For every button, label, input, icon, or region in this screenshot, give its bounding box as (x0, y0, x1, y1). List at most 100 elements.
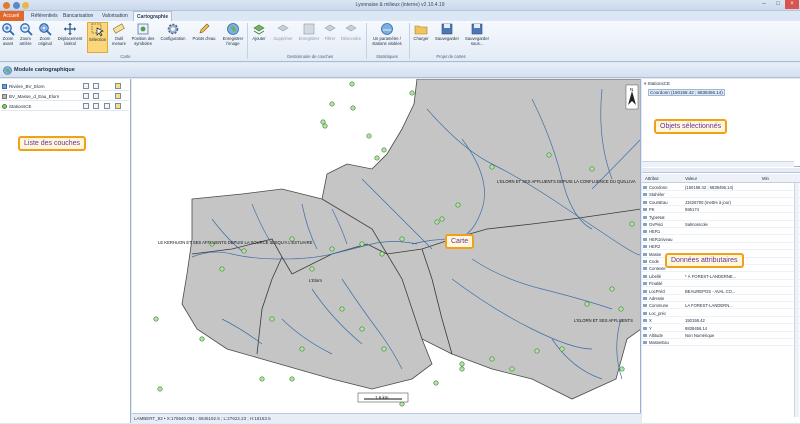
eye-icon[interactable] (83, 83, 89, 89)
header-attribut[interactable]: Attribut (645, 174, 659, 183)
style-icon[interactable] (93, 83, 99, 89)
horizontal-scrollbar[interactable] (642, 161, 794, 167)
tab-cartographie[interactable]: Cartographie (133, 11, 173, 21)
map-label: L'Elorn (309, 278, 323, 283)
station-point (374, 155, 380, 161)
panel-splitter[interactable] (642, 168, 800, 173)
floppy-icon (303, 23, 315, 35)
attribute-type-icon (643, 334, 647, 337)
attribute-row[interactable]: PK 595174 (642, 206, 800, 214)
tab-accueil[interactable]: Accueil (0, 11, 24, 21)
attribute-row[interactable]: Coordonn (150158.42 ; 6838456.14) (642, 184, 800, 191)
map-drawing[interactable]: L'ELORN ET SES AFFLUENTS DEPUIS LA CONFL… (132, 79, 641, 413)
station-point (589, 166, 595, 172)
close-icon[interactable]: × (785, 0, 799, 9)
minimize-icon[interactable]: – (757, 0, 771, 9)
attribute-row[interactable]: Finalité (642, 280, 800, 288)
attribute-row[interactable]: HER1 (642, 228, 800, 236)
attribute-value: 6838456.14 (685, 325, 708, 331)
tab-referentiels[interactable]: Référentiels (28, 11, 61, 21)
save-project-label: Sauvegarder (435, 36, 459, 41)
configuration-button[interactable]: Configuration (158, 22, 188, 42)
attribute-row[interactable]: GvPisci Salmonicole (642, 221, 800, 228)
header-min[interactable]: Min (762, 174, 769, 183)
selected-objects-panel: ▾ StationsCE Coordonn (150158.42 ; 68384… (642, 79, 800, 167)
selected-layer-node[interactable]: ▾ StationsCE (644, 81, 670, 87)
zoom-out-button[interactable]: Zoom arrière (17, 22, 34, 46)
save-image-button[interactable]: Enregistrer l'image (221, 22, 245, 46)
delete-layer-icon (277, 24, 289, 32)
layer-row[interactable]: Rivière_BV_Elorn (1, 82, 129, 91)
station-point (359, 326, 365, 332)
pan-button[interactable]: Déplacement latéral (56, 22, 84, 46)
title-bar: Lyonnaise & milieux (interne) v2.10.4.19… (0, 0, 800, 11)
vertical-scrollbar[interactable] (794, 183, 799, 417)
attribute-row[interactable]: Altitude Non Numérique (642, 332, 800, 339)
attribute-value: LA FOREST-LANDERN... (685, 303, 733, 309)
attribute-row[interactable]: Stahéler (642, 191, 800, 199)
maximize-icon[interactable]: □ (771, 0, 785, 9)
attribute-row[interactable]: HER2 (642, 243, 800, 251)
water-points-button[interactable]: Points d'eau (190, 22, 218, 42)
tab-valorisation[interactable]: Valorisation (99, 11, 131, 21)
attribute-row[interactable]: Loc_préc (642, 310, 800, 317)
save-as-button[interactable]: Sauvegarder sous... (463, 22, 491, 46)
label-icon[interactable] (115, 103, 121, 109)
attribute-row[interactable]: Libellé * À FOREST-LANDERNE... (642, 273, 800, 280)
attribute-row[interactable]: Adresse (642, 295, 800, 302)
statistics-button[interactable]: Un paramètre / stations visitées (368, 22, 406, 46)
delete-layer-button[interactable]: Supprimer (271, 22, 295, 42)
map-canvas[interactable]: L'ELORN ET SES AFFLUENTS DEPUIS LA CONFL… (132, 79, 641, 413)
zoom-original-icon (39, 23, 52, 36)
style-icon[interactable] (93, 93, 99, 99)
add-layer-button[interactable]: Ajouter (249, 22, 269, 42)
attribute-row[interactable]: Y 6838456.14 (642, 325, 800, 332)
attribute-name: Stahéler (649, 192, 665, 198)
selection-button[interactable]: Sélection (87, 22, 108, 53)
symbol-position-label: Position des symboles (131, 36, 155, 46)
station-point (339, 306, 345, 312)
move-down-button[interactable]: Déscendre (339, 22, 363, 42)
style-icon[interactable] (93, 103, 99, 109)
tree-expander-icon[interactable]: ▾ (644, 81, 646, 86)
eye-icon[interactable] (83, 103, 89, 109)
layer-row[interactable]: BV_Masse_d_Eau_Elorn (1, 92, 129, 101)
attribute-type-icon (643, 208, 647, 212)
station-point (434, 219, 440, 225)
attribute-value: 150158.42 (685, 318, 705, 324)
attribute-row[interactable]: Commune LA FOREST-LANDERN... (642, 302, 800, 310)
station-point (559, 346, 565, 352)
attribute-value: Non Numérique (685, 333, 715, 338)
station-point (609, 286, 615, 292)
save-project-button[interactable]: Sauvegarder (433, 22, 461, 42)
station-point (269, 316, 275, 322)
station-point (459, 366, 465, 372)
attribute-row[interactable]: CoursEau J3426700 (mettre à jour) (642, 199, 800, 206)
load-button[interactable]: Charger (411, 22, 431, 42)
label-icon[interactable] (115, 83, 121, 89)
symbol-position-button[interactable]: Position des symboles (130, 22, 156, 46)
save-layer-button[interactable]: Enregistrer (297, 22, 321, 42)
save-layer-label: Enregistrer (298, 36, 320, 41)
filter-layer-icon[interactable] (104, 103, 110, 109)
label-icon[interactable] (115, 93, 121, 99)
eye-icon[interactable] (83, 93, 89, 99)
attribute-row[interactable]: LocPrécl BEAUREPOS - AVAL CO... (642, 288, 800, 295)
layer-name: StationsCE (9, 104, 32, 109)
attribute-row[interactable]: MasseEau (642, 339, 800, 347)
header-valeur[interactable]: Valeur (685, 174, 697, 183)
station-point (433, 380, 439, 386)
layer-row[interactable]: StationsCE (1, 102, 129, 111)
attribute-value: * À FOREST-LANDERNE... (685, 273, 737, 279)
info-panel: ▾ StationsCE Coordonn (150158.42 ; 68384… (642, 79, 800, 423)
zoom-in-button[interactable]: Zoom avant (1, 22, 15, 46)
zoom-original-button[interactable]: Zoom original (36, 22, 54, 46)
tab-bancarisation[interactable]: Bancarisation (60, 11, 96, 21)
filter-button[interactable]: Filtrer (323, 22, 337, 42)
selected-item[interactable]: Coordonn (150158.42 ; 6838456.14) (648, 89, 725, 96)
attribute-row[interactable]: TypeNat (642, 214, 800, 221)
attribute-row[interactable]: HER1niveau (642, 236, 800, 243)
measure-tool-button[interactable]: Outil mesure (110, 22, 128, 46)
attribute-row[interactable]: X 150158.42 (642, 317, 800, 325)
station-point (350, 105, 356, 111)
